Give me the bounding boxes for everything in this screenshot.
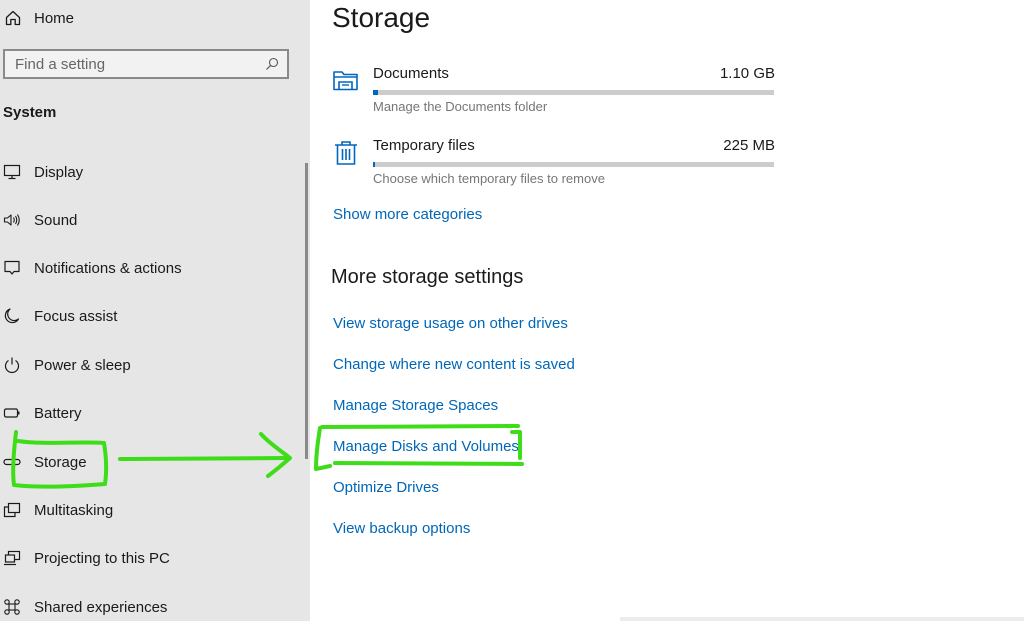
sidebar-item-label: Sound — [34, 211, 78, 229]
moon-icon — [4, 308, 20, 324]
notification-icon — [4, 260, 20, 275]
home-label: Home — [34, 9, 75, 27]
category-name: Documents — [373, 65, 449, 82]
usage-bar-fill — [373, 162, 375, 167]
category-documents[interactable]: Documents 1.10 GB Manage the Documents f… — [330, 59, 775, 119]
manage-disks-volumes-link[interactable]: Manage Disks and Volumes — [333, 438, 519, 455]
sidebar-item-sound[interactable]: Sound — [0, 200, 300, 240]
sidebar-item-display[interactable]: Display — [0, 152, 300, 192]
sidebar-item-notifications[interactable]: Notifications & actions — [0, 248, 300, 288]
multitasking-icon — [3, 502, 21, 518]
battery-icon — [3, 408, 20, 418]
main-content: Storage Documents 1.10 GB Manage the Doc… — [310, 0, 1024, 621]
usage-bar — [373, 90, 774, 95]
sidebar-group-title: System — [3, 104, 57, 121]
page-title: Storage — [332, 2, 431, 33]
trash-icon — [335, 141, 357, 165]
sidebar-item-label: Multitasking — [34, 501, 114, 519]
sidebar-item-label: Notifications & actions — [34, 259, 182, 277]
sidebar-item-focus-assist[interactable]: Focus assist — [0, 296, 300, 336]
search-icon[interactable] — [265, 57, 279, 71]
sidebar-item-label: Power & sleep — [34, 356, 131, 374]
sidebar-home[interactable]: Home — [4, 6, 74, 30]
shared-experiences-icon — [4, 599, 20, 615]
sidebar-item-label: Shared experiences — [34, 598, 168, 616]
category-size: 225 MB — [723, 137, 775, 154]
category-temporary-files[interactable]: Temporary files 225 MB Choose which temp… — [330, 131, 775, 191]
sidebar-item-shared-experiences[interactable]: Shared experiences — [0, 587, 300, 627]
view-storage-other-drives-link[interactable]: View storage usage on other drives — [333, 315, 568, 332]
category-name: Temporary files — [373, 137, 475, 154]
sidebar-scrollbar[interactable] — [305, 163, 308, 459]
sidebar-item-power-sleep[interactable]: Power & sleep — [0, 345, 300, 385]
usage-bar — [373, 162, 774, 167]
sidebar-item-label: Focus assist — [34, 307, 118, 325]
search-box[interactable] — [3, 49, 289, 79]
sidebar: Home System Display Sound — [0, 0, 310, 621]
category-description: Choose which temporary files to remove — [373, 171, 605, 186]
sidebar-item-storage[interactable]: Storage — [0, 442, 300, 482]
bottom-edge — [620, 617, 1024, 621]
sidebar-item-label: Storage — [34, 453, 87, 471]
sidebar-item-label: Display — [34, 163, 84, 181]
optimize-drives-link[interactable]: Optimize Drives — [333, 479, 439, 496]
sidebar-item-label: Projecting to this PC — [34, 549, 170, 567]
power-icon — [4, 357, 20, 374]
speaker-icon — [3, 214, 20, 226]
sidebar-item-label: Battery — [34, 404, 82, 422]
category-size: 1.10 GB — [719, 65, 775, 82]
home-icon — [5, 10, 21, 26]
show-more-categories-link[interactable]: Show more categories — [333, 206, 482, 223]
documents-folder-icon — [333, 71, 358, 91]
projecting-icon — [4, 550, 21, 566]
change-new-content-location-link[interactable]: Change where new content is saved — [333, 356, 575, 373]
usage-bar-fill — [373, 90, 378, 95]
search-input[interactable] — [5, 50, 257, 78]
monitor-icon — [3, 164, 21, 180]
storage-drive-icon — [3, 458, 21, 466]
manage-storage-spaces-link[interactable]: Manage Storage Spaces — [333, 397, 498, 414]
view-backup-options-link[interactable]: View backup options — [333, 520, 470, 537]
sidebar-item-projecting[interactable]: Projecting to this PC — [0, 538, 300, 578]
sidebar-item-battery[interactable]: Battery — [0, 393, 300, 433]
category-description: Manage the Documents folder — [373, 99, 548, 114]
sidebar-item-multitasking[interactable]: Multitasking — [0, 490, 300, 530]
more-storage-settings-title: More storage settings — [331, 266, 524, 288]
